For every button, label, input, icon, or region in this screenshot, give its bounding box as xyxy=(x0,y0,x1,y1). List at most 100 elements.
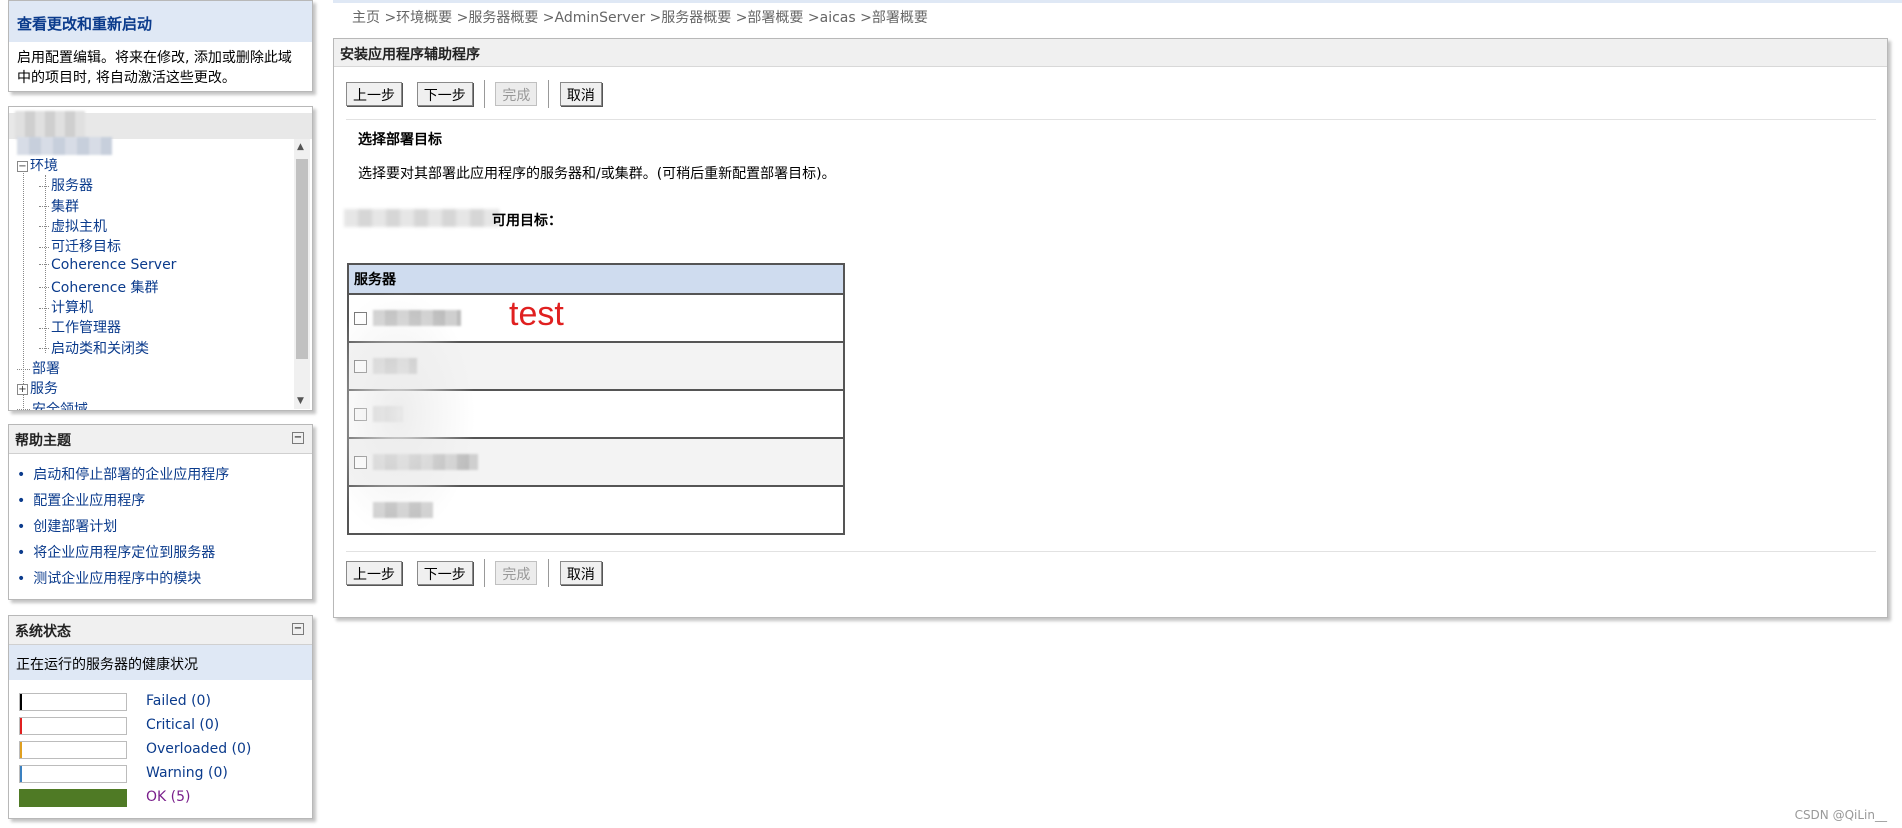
tree-item-label[interactable]: 集群 xyxy=(51,199,79,215)
domain-name-redacted xyxy=(17,137,112,155)
divider xyxy=(346,551,1876,552)
status-tick xyxy=(20,718,22,734)
tree-item-label[interactable]: Coherence 集群 xyxy=(51,280,159,296)
tree-item-label[interactable]: 启动类和关闭类 xyxy=(51,341,149,357)
help-link[interactable]: 将企业应用程序定位到服务器 xyxy=(17,542,312,568)
tree-item-label[interactable]: 工作管理器 xyxy=(51,320,121,336)
status-row: Overloaded (0) xyxy=(19,738,312,762)
tree-item-label[interactable]: 服务 xyxy=(30,381,58,397)
button-separator xyxy=(483,80,485,108)
collapse-icon[interactable]: − xyxy=(292,432,304,444)
table-row[interactable] xyxy=(348,437,844,486)
tree-scrollbar[interactable]: ▲ ▼ xyxy=(294,139,310,409)
tree-item-label[interactable]: 计算机 xyxy=(51,300,93,316)
help-topics-title: 帮助主题 xyxy=(15,433,71,449)
status-label[interactable]: OK (5) xyxy=(146,789,190,805)
button-separator xyxy=(548,80,550,108)
tree-item[interactable]: Coherence 集群 xyxy=(39,277,159,297)
status-label[interactable]: Warning (0) xyxy=(146,765,228,781)
section-description: 选择要对其部署此应用程序的服务器和/或集群。(可稍后重新配置部署目标)。 xyxy=(358,166,836,182)
table-row[interactable] xyxy=(348,485,844,534)
next-button[interactable]: 下一步 xyxy=(416,561,473,585)
server-checkbox[interactable] xyxy=(354,455,367,469)
help-link[interactable]: 配置企业应用程序 xyxy=(17,490,312,516)
top-button-bar: 上一步 下一步 完成 取消 xyxy=(346,80,612,108)
server-name-redacted xyxy=(373,310,461,326)
next-button[interactable]: 下一步 xyxy=(416,82,473,106)
server-name-redacted xyxy=(373,454,478,470)
tree-item[interactable]: 可迁移目标 xyxy=(39,236,121,256)
finish-button[interactable]: 完成 xyxy=(495,561,538,585)
server-name-redacted xyxy=(373,502,433,518)
cancel-button[interactable]: 取消 xyxy=(559,561,602,585)
tree-item-label[interactable]: 部署 xyxy=(32,361,60,377)
change-center-panel: 查看更改和重新启动 启用配置编辑。将来在修改, 添加或删除此域中的项目时, 将自… xyxy=(8,0,313,92)
finish-button[interactable]: 完成 xyxy=(495,82,538,106)
expand-icon[interactable]: + xyxy=(17,383,28,395)
status-label[interactable]: Critical (0) xyxy=(146,717,219,733)
status-label[interactable]: Failed (0) xyxy=(146,693,211,709)
status-row: Critical (0) xyxy=(19,714,312,738)
help-link[interactable]: 创建部署计划 xyxy=(17,516,312,542)
server-name-redacted xyxy=(373,406,403,422)
help-topics-panel: 帮助主题 − 启动和停止部署的企业应用程序配置企业应用程序创建部署计划将企业应用… xyxy=(8,424,313,600)
button-separator xyxy=(548,559,550,587)
server-checkbox[interactable] xyxy=(354,311,367,325)
back-button[interactable]: 上一步 xyxy=(346,561,402,585)
tree-item[interactable]: + 服务 xyxy=(17,378,58,398)
help-link[interactable]: 测试企业应用程序中的模块 xyxy=(17,568,312,594)
change-center-description: 启用配置编辑。将来在修改, 添加或删除此域中的项目时, 将自动激活这些更改。 xyxy=(17,50,292,86)
domain-title-redacted xyxy=(15,111,85,139)
tree-item-label[interactable]: 安全领域 xyxy=(32,402,88,410)
scroll-down-icon[interactable]: ▼ xyxy=(297,396,304,406)
domain-structure-panel: − 环境服务器集群虚拟主机可迁移目标 Coherence Server Coheren… xyxy=(8,106,313,411)
annotation-text: test xyxy=(509,295,564,333)
tree-item-label[interactable]: 环境 xyxy=(30,158,58,174)
tree-connector xyxy=(17,409,30,410)
status-row: Warning (0) xyxy=(19,762,312,786)
table-row[interactable] xyxy=(348,293,844,342)
top-accent-line xyxy=(333,0,1902,3)
section-title: 选择部署目标 xyxy=(358,132,442,148)
wizard-title: 安装应用程序辅助程序 xyxy=(334,39,1887,67)
breadcrumb[interactable]: 主页 >环境概要 >服务器概要 >AdminServer >服务器概要 >部署概… xyxy=(352,7,928,27)
tree-item[interactable]: 集群 xyxy=(39,196,79,216)
status-row: Failed (0) xyxy=(19,690,312,714)
cancel-button[interactable]: 取消 xyxy=(559,82,602,106)
status-bar xyxy=(19,693,127,711)
status-bar xyxy=(19,741,127,759)
server-name-redacted xyxy=(373,358,417,374)
tree-item[interactable]: − 环境 xyxy=(17,155,58,175)
tree-item-label[interactable]: 服务器 xyxy=(51,178,93,194)
tree-item[interactable]: 部署 xyxy=(17,358,60,378)
table-row[interactable] xyxy=(348,341,844,390)
tree-connector xyxy=(39,226,49,228)
change-center-title[interactable]: 查看更改和重新启动 xyxy=(9,1,312,42)
scroll-thumb[interactable] xyxy=(296,159,308,359)
help-link[interactable]: 启动和停止部署的企业应用程序 xyxy=(17,464,312,490)
tree-item[interactable]: 启动类和关闭类 xyxy=(39,338,149,358)
status-rows: Failed (0) Critical (0) Overloaded (0) Warn… xyxy=(9,680,312,810)
server-checkbox[interactable] xyxy=(354,407,367,421)
status-label[interactable]: Overloaded (0) xyxy=(146,741,251,757)
tree-item[interactable]: 计算机 xyxy=(39,297,93,317)
tree-item[interactable]: 工作管理器 xyxy=(39,317,121,337)
back-button[interactable]: 上一步 xyxy=(346,82,402,106)
status-tick xyxy=(20,766,22,782)
tree-item[interactable]: 安全领域 xyxy=(17,399,88,410)
collapse-icon[interactable]: − xyxy=(17,160,28,172)
status-tick xyxy=(20,742,22,758)
tree-item[interactable]: 虚拟主机 xyxy=(39,216,107,236)
table-row[interactable] xyxy=(348,389,844,438)
system-status-header: 系统状态 − xyxy=(9,616,312,645)
server-checkbox[interactable] xyxy=(354,359,367,373)
tree-item-label[interactable]: Coherence Server xyxy=(51,257,176,273)
tree-item-label[interactable]: 虚拟主机 xyxy=(51,219,107,235)
tree-item-label[interactable]: 可迁移目标 xyxy=(51,239,121,255)
scroll-up-icon[interactable]: ▲ xyxy=(297,142,304,152)
collapse-icon[interactable]: − xyxy=(292,623,304,635)
tree-item[interactable]: Coherence Server xyxy=(39,257,176,277)
tree-connector xyxy=(39,348,49,350)
tree-item[interactable]: 服务器 xyxy=(39,175,93,195)
status-tick xyxy=(20,694,22,710)
